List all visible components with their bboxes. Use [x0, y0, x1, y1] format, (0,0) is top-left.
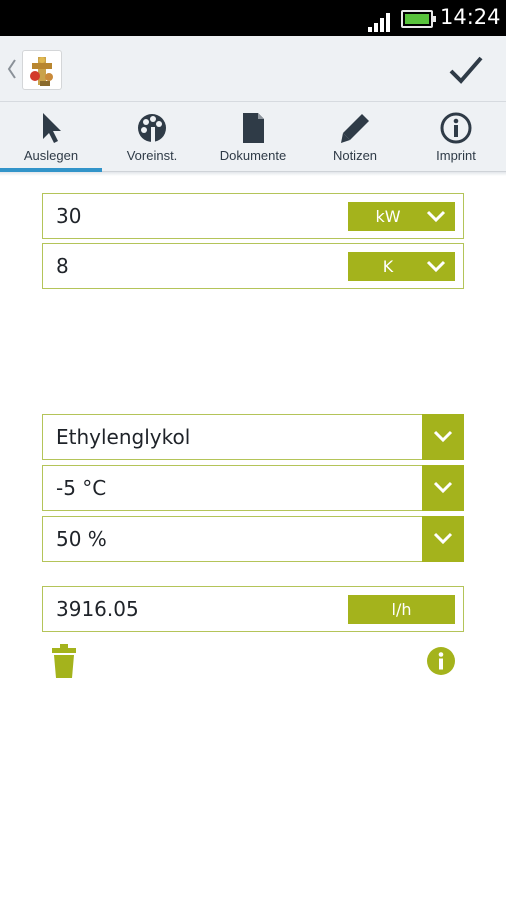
status-time: 14:24: [440, 5, 501, 29]
tab-imprint[interactable]: Imprint: [406, 102, 506, 172]
app-logo[interactable]: [22, 50, 62, 90]
tab-voreinst[interactable]: Voreinst.: [102, 102, 202, 172]
temperature-select[interactable]: -5 °C: [42, 465, 464, 511]
palette-icon: [138, 114, 166, 143]
concentration-value: 50 %: [56, 527, 107, 551]
temp-diff-unit-select[interactable]: K: [348, 252, 455, 281]
power-unit-select[interactable]: kW: [348, 202, 455, 231]
concentration-select[interactable]: 50 %: [42, 516, 464, 562]
cursor-arrow-icon: [43, 113, 61, 143]
tab-notizen[interactable]: Notizen: [304, 102, 406, 172]
chevron-down-icon: [433, 481, 453, 494]
power-value: 30: [56, 204, 82, 228]
temperature-value: -5 °C: [56, 476, 107, 500]
power-unit-label: kW: [375, 207, 401, 226]
tab-label: Dokumente: [219, 148, 287, 163]
temp-diff-value: 8: [56, 254, 69, 278]
tab-bar-shadow: [0, 172, 506, 176]
result-value: 3916.05: [56, 597, 139, 621]
medium-select[interactable]: Ethylenglykol: [42, 414, 464, 460]
result-unit: l/h: [348, 595, 455, 624]
chevron-down-icon: [433, 430, 453, 443]
signal-icon: [368, 12, 394, 32]
medium-dropdown-button[interactable]: [422, 414, 464, 460]
temp-diff-unit-label: K: [382, 257, 394, 276]
info-icon[interactable]: [426, 646, 456, 676]
document-icon: [243, 113, 264, 143]
tab-label: Imprint: [436, 148, 476, 163]
tab-bar: Auslegen Voreinst. Dokumente Notizen Imp…: [0, 102, 506, 172]
result-unit-label: l/h: [391, 600, 412, 619]
tab-label: Voreinst.: [126, 148, 178, 163]
medium-value: Ethylenglykol: [56, 425, 191, 449]
result-field: 3916.05 l/h: [42, 586, 464, 632]
concentration-dropdown-button[interactable]: [422, 516, 464, 562]
info-icon: [440, 112, 472, 144]
temperature-dropdown-button[interactable]: [422, 465, 464, 511]
chevron-down-icon: [426, 210, 446, 223]
trash-icon[interactable]: [50, 643, 78, 679]
action-bar: [0, 36, 506, 102]
back-chevron-icon[interactable]: [5, 56, 19, 82]
tab-auslegen[interactable]: Auslegen: [0, 102, 102, 172]
chevron-down-icon: [426, 260, 446, 273]
temp-diff-input[interactable]: 8 K: [42, 243, 464, 289]
tab-dokumente[interactable]: Dokumente: [202, 102, 304, 172]
tab-label: Auslegen: [23, 148, 79, 163]
checkmark-icon[interactable]: [446, 50, 486, 90]
tab-label: Notizen: [332, 148, 378, 163]
status-bar: 14:24: [0, 0, 506, 36]
chevron-down-icon: [433, 532, 453, 545]
battery-icon: [401, 10, 436, 28]
pencil-icon: [341, 114, 369, 143]
power-input[interactable]: 30 kW: [42, 193, 464, 239]
